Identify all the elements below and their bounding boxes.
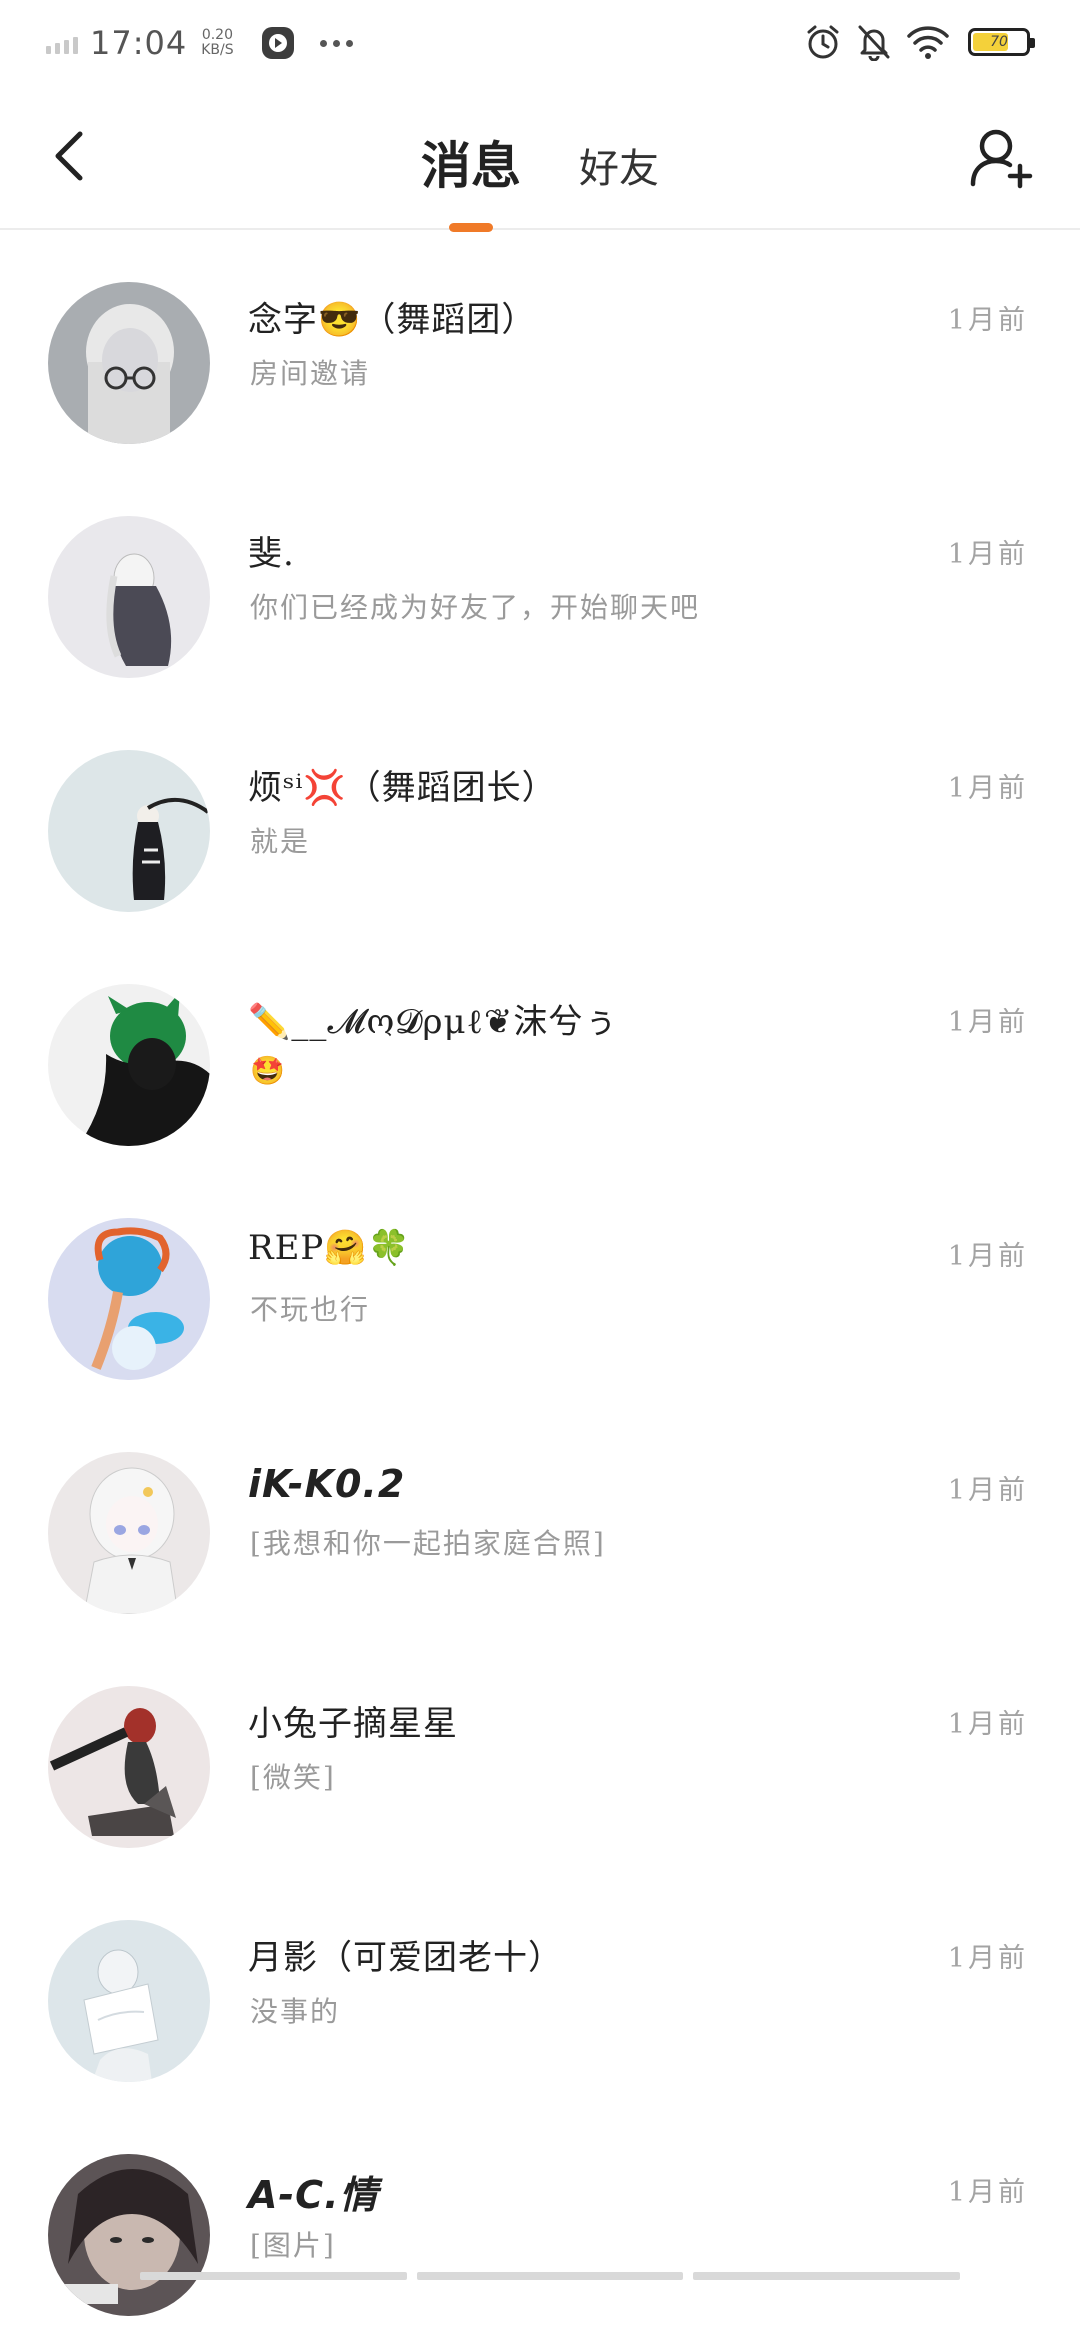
contact-name: 念字😎（舞蹈团） [248,300,537,340]
status-bar: 17:04 0.20 KB/S 70 [0,0,1080,90]
list-item[interactable]: REP🤗🍀 不玩也行 1月前 [0,1166,1080,1400]
wifi-icon [906,24,950,60]
message-time: 1月前 [947,1241,1028,1272]
list-item[interactable]: ✏️__𝓜ო𝓓ρμℓ❦沫兮ぅ 🤩 1月前 [0,932,1080,1166]
play-icon [261,27,294,59]
message-time: 1月前 [947,305,1028,336]
silent-bell-icon [856,23,892,61]
message-preview: [微笑] [250,1761,336,1794]
tab-messages-label: 消息 [421,136,521,195]
message-preview: [图片] [250,2229,336,2262]
contact-name: REP🤗🍀 [248,1228,411,1268]
contact-name: iK-K0.2 [248,1462,406,1506]
avatar [48,2154,210,2316]
message-preview: 不玩也行 [250,1293,371,1326]
list-item[interactable]: 斐. 你们已经成为好友了，开始聊天吧 1月前 [0,464,1080,698]
avatar [48,1218,210,1380]
header: 消息 好友 [0,100,1080,232]
avatar [48,516,210,678]
list-item[interactable]: 烦ˢⁱ💢（舞蹈团长） 就是 1月前 [0,698,1080,932]
message-preview: [我想和你一起拍家庭合照] [250,1527,606,1560]
tab-bar: 消息 好友 [0,122,1080,232]
message-time: 1月前 [947,2177,1028,2208]
status-bar-left: 17:04 0.20 KB/S [46,18,353,68]
contact-name: 小兔子摘星星 [248,1704,458,1744]
message-preview: 房间邀请 [250,357,371,390]
battery-level: 70 [990,34,1008,50]
message-time: 1月前 [947,539,1028,570]
message-preview: 🤩 [250,1054,287,1087]
more-dots-icon [319,39,353,47]
message-time: 1月前 [947,1943,1028,1974]
avatar [48,750,210,912]
tab-friends-label: 好友 [579,146,659,192]
contact-name: 月影（可爱团老十） [248,1938,563,1978]
avatar [48,984,210,1146]
message-preview: 没事的 [250,1995,341,2028]
avatar [48,282,210,444]
avatar [48,1452,210,1614]
list-item[interactable]: 念字😎（舞蹈团） 房间邀请 1月前 [0,230,1080,464]
alarm-icon [804,23,842,61]
status-time: 17:04 [90,24,188,62]
network-speed-unit: KB/S [201,42,234,58]
network-speed: 0.20 KB/S [201,28,233,58]
tab-messages[interactable]: 消息 [421,122,521,232]
list-item[interactable]: A-C.情 [图片] 1月前 [0,2102,1080,2336]
message-preview: 就是 [250,825,311,858]
message-list: 念字😎（舞蹈团） 房间邀请 1月前 斐. 你们已经成为好友了，开始聊天吧 1月前 [0,230,1080,2336]
battery-icon: 70 [968,28,1035,56]
message-time: 1月前 [947,1007,1028,1038]
network-speed-value: 0.20 [201,27,233,43]
list-item[interactable]: iK-K0.2 [我想和你一起拍家庭合照] 1月前 [0,1400,1080,1634]
status-bar-right: 70 [804,20,1035,64]
message-preview: 你们已经成为好友了，开始聊天吧 [250,591,701,624]
avatar [48,1920,210,2082]
tab-friends[interactable]: 好友 [579,132,659,202]
message-time: 1月前 [947,1709,1028,1740]
contact-name: 烦ˢⁱ💢（舞蹈团长） [248,768,557,808]
contact-name: A-C.情 [248,2173,379,2217]
signal-icon [46,32,78,54]
message-time: 1月前 [947,773,1028,804]
contact-name: 斐. [248,534,295,574]
avatar [48,1686,210,1848]
message-time: 1月前 [947,1475,1028,1506]
contact-name: ✏️__𝓜ო𝓓ρμℓ❦沫兮ぅ [248,1002,619,1042]
add-friend-button[interactable] [966,122,1036,192]
list-item[interactable]: 小兔子摘星星 [微笑] 1月前 [0,1634,1080,1868]
list-item[interactable]: 月影（可爱团老十） 没事的 1月前 [0,1868,1080,2102]
add-friend-icon [970,129,1033,189]
bottom-scroll-indicator [140,2272,961,2280]
